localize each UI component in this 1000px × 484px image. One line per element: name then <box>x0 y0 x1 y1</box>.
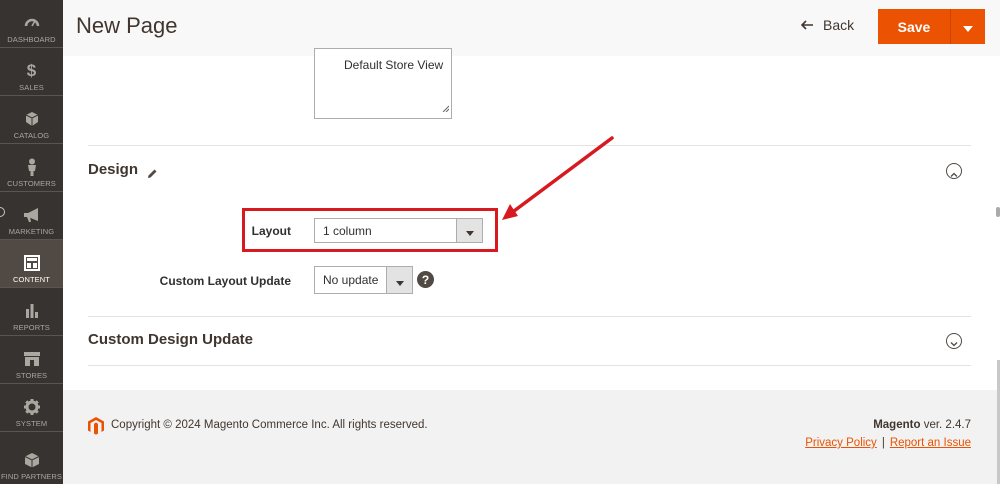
person-icon <box>23 158 41 176</box>
custom-layout-update-arrow[interactable] <box>386 267 412 293</box>
report-issue-link[interactable]: Report an Issue <box>890 437 971 449</box>
annotation-arrow-icon <box>502 136 614 220</box>
back-button[interactable]: Back <box>800 17 855 33</box>
nav-stores[interactable]: Stores <box>0 336 63 384</box>
custom-design-update-title[interactable]: Custom Design Update <box>88 331 253 348</box>
storefront-icon <box>23 350 41 368</box>
nav-customers[interactable]: Customers <box>0 144 63 192</box>
version-number: ver. 2.4.7 <box>923 419 971 431</box>
expand-custom-design-toggle[interactable] <box>946 333 962 349</box>
save-options-toggle[interactable] <box>951 9 985 44</box>
gear-icon <box>23 398 41 416</box>
resize-grip-icon[interactable] <box>442 97 450 116</box>
caret-down-icon <box>395 271 404 290</box>
page-title: New Page <box>76 13 178 38</box>
footer-links: Privacy Policy | Report an Issue <box>805 437 971 449</box>
copyright-text: Copyright © 2024 Magento Commerce Inc. A… <box>111 419 428 431</box>
annotation-highlight-box <box>242 208 498 252</box>
chevron-down-icon <box>950 332 958 351</box>
nav-content[interactable]: Content <box>0 240 63 288</box>
nav-marketing[interactable]: Marketing <box>0 192 63 240</box>
chevron-up-icon <box>950 162 958 181</box>
help-icon[interactable]: ? <box>417 271 434 288</box>
version-text: Magento ver. 2.4.7 <box>873 419 971 431</box>
box-icon <box>23 451 41 469</box>
nav-find-partners[interactable]: Find Partners <box>0 432 63 484</box>
dollar-icon: $ <box>26 61 37 80</box>
nav-catalog[interactable]: Catalog <box>0 96 63 144</box>
arrow-left-icon <box>800 17 813 33</box>
divider <box>88 365 971 366</box>
link-separator: | <box>881 437 885 449</box>
save-button[interactable]: Save <box>878 9 950 44</box>
layout-icon <box>23 254 41 272</box>
scroll-indicator <box>996 207 1000 217</box>
design-section-title[interactable]: Design <box>88 161 138 178</box>
privacy-policy-link[interactable]: Privacy Policy <box>805 437 877 449</box>
collapse-design-toggle[interactable] <box>946 163 962 179</box>
admin-sidebar: Dashboard $ Sales Catalog Customers Mark… <box>0 0 63 484</box>
nav-reports[interactable]: Reports <box>0 288 63 336</box>
dashboard-icon <box>23 14 41 32</box>
store-view-multiselect[interactable]: Default Store View <box>314 48 452 119</box>
nav-dashboard[interactable]: Dashboard <box>0 0 63 48</box>
nav-system[interactable]: System <box>0 384 63 432</box>
pencil-icon <box>147 164 158 183</box>
nav-sales[interactable]: $ Sales <box>0 48 63 96</box>
back-label: Back <box>823 17 855 33</box>
cube-icon <box>23 110 41 128</box>
divider <box>88 316 971 317</box>
page-header: New Page Back Save <box>63 0 1000 56</box>
bar-chart-icon <box>23 302 41 320</box>
custom-layout-update-label: Custom Layout Update <box>159 274 291 288</box>
save-button-group: Save <box>878 9 985 44</box>
custom-layout-update-value: No update <box>323 273 379 287</box>
megaphone-icon <box>23 206 41 224</box>
store-view-option[interactable]: Default Store View <box>344 58 443 72</box>
custom-layout-update-select[interactable]: No update <box>314 266 413 294</box>
page-footer: Copyright © 2024 Magento Commerce Inc. A… <box>63 390 1000 484</box>
caret-down-icon <box>963 17 973 36</box>
brand-name: Magento <box>873 419 921 431</box>
magento-logo-icon <box>88 417 104 439</box>
